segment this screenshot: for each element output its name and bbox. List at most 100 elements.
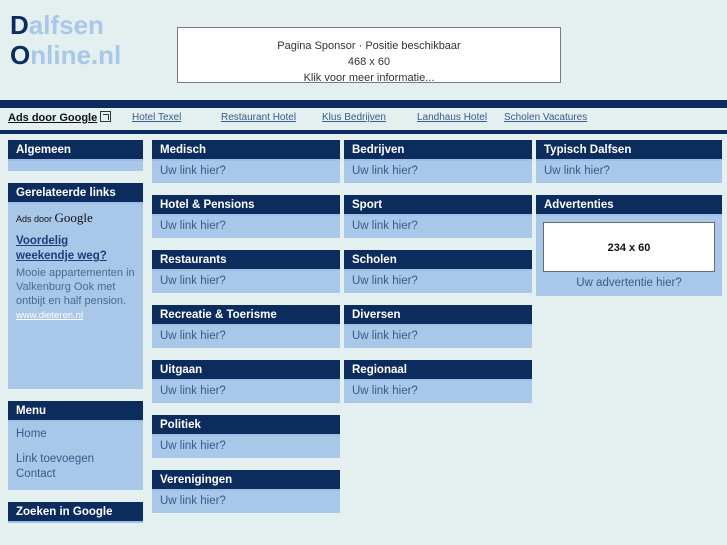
category-body-medisch: Uw link hier?	[152, 161, 340, 183]
advert-placeholder-image[interactable]: 234 x 60	[543, 222, 715, 272]
sidebar-ad-url[interactable]: www.dieteren.nl	[16, 310, 135, 321]
placeholder-link[interactable]: Uw link hier?	[160, 330, 226, 342]
placeholder-link[interactable]: Uw link hier?	[352, 330, 418, 342]
category-column-3: Typisch Dalfsen Uw link hier? Advertenti…	[536, 140, 722, 308]
category-body-sport: Uw link hier?	[344, 216, 532, 238]
advert-caption[interactable]: Uw advertentie hier?	[543, 272, 715, 289]
ads-by-google-label[interactable]: Ads door Google	[8, 111, 112, 124]
advertenties-body: 234 x 60 Uw advertentie hier?	[536, 216, 722, 296]
category-title-sport: Sport	[344, 195, 532, 216]
placeholder-link[interactable]: Uw link hier?	[352, 220, 418, 232]
category-box-diversen: Diversen Uw link hier?	[344, 305, 532, 348]
google-wordmark: Google	[54, 210, 93, 225]
category-title-recreatie-toerisme: Recreatie & Toerisme	[152, 305, 340, 326]
category-title-hotel-pensions: Hotel & Pensions	[152, 195, 340, 216]
logo-rest-alfsen: alfsen	[28, 10, 104, 40]
sidebar-menu-list: Home Link toevoegen Contact	[8, 422, 143, 490]
category-body-recreatie-toerisme: Uw link hier?	[152, 326, 340, 348]
sponsor-banner[interactable]: Pagina Sponsor · Positie beschikbaar 468…	[177, 27, 561, 84]
menu-item-home[interactable]: Home	[16, 427, 135, 442]
placeholder-link[interactable]: Uw link hier?	[352, 275, 418, 287]
menu-item-link-toevoegen[interactable]: Link toevoegen	[16, 452, 135, 467]
ads-nav-link-1[interactable]: Restaurant Hotel	[221, 112, 296, 123]
category-body-regionaal: Uw link hier?	[344, 381, 532, 403]
sidebar-box-gerelateerde-links: Gerelateerde links Ads door Google Voord…	[8, 183, 143, 389]
sidebar-ad-title-line1: Voordelig	[16, 235, 69, 247]
category-title-diversen: Diversen	[344, 305, 532, 326]
menu-item-contact[interactable]: Contact	[16, 467, 135, 482]
category-body-bedrijven: Uw link hier?	[344, 161, 532, 183]
placeholder-link[interactable]: Uw link hier?	[160, 220, 226, 232]
category-body-typisch-dalfsen: Uw link hier?	[536, 161, 722, 183]
sidebar-ad-title-line2: weekendje weg?	[16, 250, 107, 262]
category-column-1: Medisch Uw link hier? Hotel & Pensions U…	[152, 140, 340, 525]
placeholder-link[interactable]: Uw link hier?	[160, 165, 226, 177]
placeholder-link[interactable]: Uw link hier?	[160, 495, 226, 507]
sidebar: Algemeen Gerelateerde links Ads door Goo…	[8, 140, 143, 535]
placeholder-link[interactable]: Uw link hier?	[160, 440, 226, 452]
category-box-sport: Sport Uw link hier?	[344, 195, 532, 238]
google-ads-nav: Ads door Google Hotel Texel Restaurant H…	[0, 108, 727, 130]
category-title-restaurants: Restaurants	[152, 250, 340, 271]
placeholder-link[interactable]: Uw link hier?	[160, 275, 226, 287]
ads-by-google-sidebar-label: Ads door Google	[16, 210, 135, 226]
category-title-scholen: Scholen	[344, 250, 532, 271]
placeholder-link[interactable]: Uw link hier?	[160, 385, 226, 397]
page-header: Dalfsen Online.nl Pagina Sponsor · Posit…	[0, 0, 727, 100]
logo-line-1: Dalfsen	[10, 10, 121, 40]
category-body-uitgaan: Uw link hier?	[152, 381, 340, 403]
category-title-politiek: Politiek	[152, 415, 340, 436]
logo-rest-online: nline.nl	[30, 40, 122, 70]
site-logo[interactable]: Dalfsen Online.nl	[10, 10, 121, 70]
logo-cap-d: D	[10, 10, 29, 40]
sidebar-google-ad: Ads door Google Voordelig weekendje weg?…	[8, 204, 143, 389]
ads-by-google-text: Ads door Google	[8, 112, 98, 124]
sidebar-box-algemeen-body	[8, 161, 143, 171]
category-title-typisch-dalfsen: Typisch Dalfsen	[536, 140, 722, 161]
category-box-recreatie-toerisme: Recreatie & Toerisme Uw link hier?	[152, 305, 340, 348]
category-title-uitgaan: Uitgaan	[152, 360, 340, 381]
sidebar-box-menu-title: Menu	[8, 401, 143, 422]
ads-door-text: Ads door	[16, 214, 55, 224]
category-body-restaurants: Uw link hier?	[152, 271, 340, 293]
nav-top-rule	[0, 100, 727, 108]
category-box-restaurants: Restaurants Uw link hier?	[152, 250, 340, 293]
sidebar-box-menu: Menu Home Link toevoegen Contact	[8, 401, 143, 490]
category-box-bedrijven: Bedrijven Uw link hier?	[344, 140, 532, 183]
sponsor-line-2: 468 x 60	[347, 56, 391, 68]
sidebar-box-zoeken-title: Zoeken in Google	[8, 502, 143, 523]
placeholder-link[interactable]: Uw link hier?	[352, 385, 418, 397]
category-box-uitgaan: Uitgaan Uw link hier?	[152, 360, 340, 403]
placeholder-link[interactable]: Uw link hier?	[352, 165, 418, 177]
sidebar-box-algemeen: Algemeen	[8, 140, 143, 171]
category-body-scholen: Uw link hier?	[344, 271, 532, 293]
logo-cap-o: O	[10, 40, 31, 70]
category-box-politiek: Politiek Uw link hier?	[152, 415, 340, 458]
placeholder-link[interactable]: Uw link hier?	[544, 165, 610, 177]
ads-nav-link-0[interactable]: Hotel Texel	[132, 112, 181, 123]
category-title-medisch: Medisch	[152, 140, 340, 161]
menu-spacer	[16, 442, 135, 452]
ads-nav-link-2[interactable]: Klus Bedrijven	[322, 112, 386, 123]
sidebar-box-zoeken: Zoeken in Google	[8, 502, 143, 523]
page-content: Algemeen Gerelateerde links Ads door Goo…	[0, 134, 727, 523]
category-column-2: Bedrijven Uw link hier? Sport Uw link hi…	[344, 140, 532, 415]
category-box-hotel-pensions: Hotel & Pensions Uw link hier?	[152, 195, 340, 238]
sidebar-ad-title[interactable]: Voordelig weekendje weg?	[16, 234, 135, 264]
category-title-regionaal: Regionaal	[344, 360, 532, 381]
sponsor-line-1: Pagina Sponsor · Positie beschikbaar	[277, 40, 461, 52]
sidebar-box-algemeen-title: Algemeen	[8, 140, 143, 161]
category-title-bedrijven: Bedrijven	[344, 140, 532, 161]
ads-nav-link-4[interactable]: Scholen Vacatures	[504, 112, 587, 123]
logo-line-2: Online.nl	[10, 40, 121, 70]
category-title-verenigingen: Verenigingen	[152, 470, 340, 491]
category-box-regionaal: Regionaal Uw link hier?	[344, 360, 532, 403]
category-body-diversen: Uw link hier?	[344, 326, 532, 348]
category-body-politiek: Uw link hier?	[152, 436, 340, 458]
category-box-medisch: Medisch Uw link hier?	[152, 140, 340, 183]
sponsor-line-3: Klik voor meer informatie...	[303, 72, 435, 84]
category-box-scholen: Scholen Uw link hier?	[344, 250, 532, 293]
category-box-verenigingen: Verenigingen Uw link hier?	[152, 470, 340, 513]
sidebar-box-gerelateerde-title: Gerelateerde links	[8, 183, 143, 204]
ads-nav-link-3[interactable]: Landhaus Hotel	[417, 112, 487, 123]
